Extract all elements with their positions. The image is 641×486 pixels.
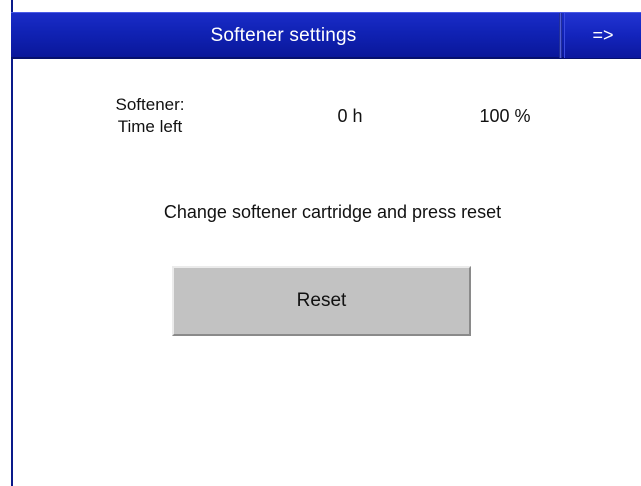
softener-settings-screen: Softener settings => Softener: Time left… — [0, 0, 641, 486]
header-divider — [559, 13, 562, 58]
percent-left-value: 100 % — [479, 106, 531, 126]
softener-label-line2: Time left — [117, 117, 183, 136]
page-title: Softener settings — [210, 25, 357, 46]
reset-button[interactable]: Reset — [172, 266, 471, 336]
header-bar: Softener settings => — [11, 12, 641, 59]
frame-border-left — [11, 0, 13, 486]
softener-time-left-label: Softener: Time left — [95, 94, 205, 138]
softener-label-line1: Softener: — [115, 95, 185, 114]
instruction-text: Change softener cartridge and press rese… — [163, 202, 502, 222]
hours-left-value: 0 h — [337, 106, 363, 126]
next-page-button[interactable]: => — [564, 13, 641, 58]
